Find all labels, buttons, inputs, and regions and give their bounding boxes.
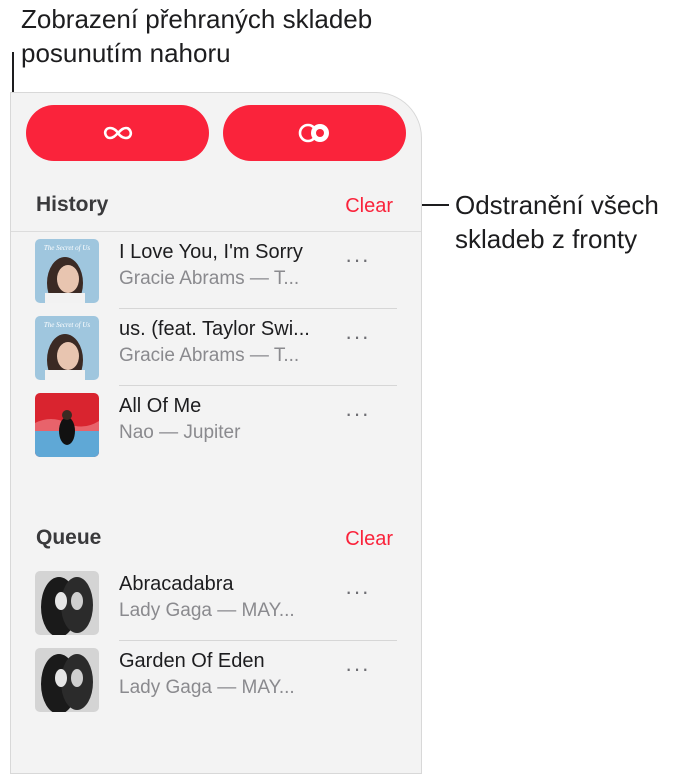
album-art: The Secret of Us: [35, 316, 99, 380]
infinity-button[interactable]: [26, 105, 209, 161]
track-title: us. (feat. Taylor Swi...: [119, 318, 310, 340]
track-subtitle: Gracie Abrams — T...: [119, 345, 300, 366]
track-title: All Of Me: [119, 395, 202, 417]
row-separator: [119, 308, 397, 309]
history-clear-button[interactable]: Clear: [345, 195, 393, 218]
history-heading: History: [36, 193, 109, 216]
track-title: Garden Of Eden: [119, 650, 265, 672]
svg-text:The Secret of Us: The Secret of Us: [44, 244, 90, 252]
track-subtitle: Gracie Abrams — T...: [119, 268, 300, 289]
album-art: [35, 648, 99, 712]
svg-text:The Secret of Us: The Secret of Us: [44, 321, 90, 329]
queue-row[interactable]: Abracadabra Lady Gaga — MAY... ···: [11, 565, 421, 641]
history-row[interactable]: All Of Me Nao — Jupiter ···: [11, 387, 421, 463]
autoplay-button[interactable]: [223, 105, 406, 161]
track-title: Abracadabra: [119, 573, 234, 595]
queue-row[interactable]: Garden Of Eden Lady Gaga — MAY... ···: [11, 642, 421, 718]
callout-scroll-up: Zobrazení přehraných skladeb posunutím n…: [21, 4, 373, 68]
playing-next-panel: History Clear The Secret of Us I Love Yo…: [10, 92, 422, 774]
queue-heading: Queue: [36, 526, 102, 549]
track-subtitle: Lady Gaga — MAY...: [119, 600, 295, 621]
row-separator: [119, 640, 397, 641]
more-options-icon[interactable]: ···: [345, 324, 370, 350]
row-separator: [119, 385, 397, 386]
more-options-icon[interactable]: ···: [345, 579, 370, 605]
more-options-icon[interactable]: ···: [345, 401, 370, 427]
more-options-icon[interactable]: ···: [345, 656, 370, 682]
track-subtitle: Nao — Jupiter: [119, 422, 241, 443]
album-art: [35, 393, 99, 457]
history-row[interactable]: The Secret of Us us. (feat. Taylor Swi..…: [11, 310, 421, 386]
track-title: I Love You, I'm Sorry: [119, 241, 303, 263]
track-subtitle: Lady Gaga — MAY...: [119, 677, 295, 698]
album-art: [35, 571, 99, 635]
infinity-icon: [103, 126, 132, 140]
callout-clear-queue: Odstranění všech skladeb z fronty: [455, 190, 659, 254]
autoplay-icon: [298, 123, 329, 143]
queue-clear-button[interactable]: Clear: [345, 528, 393, 551]
more-options-icon[interactable]: ···: [345, 247, 370, 273]
album-art: The Secret of Us: [35, 239, 99, 303]
history-divider: [11, 231, 421, 232]
history-row[interactable]: The Secret of Us I Love You, I'm Sorry G…: [11, 233, 421, 309]
